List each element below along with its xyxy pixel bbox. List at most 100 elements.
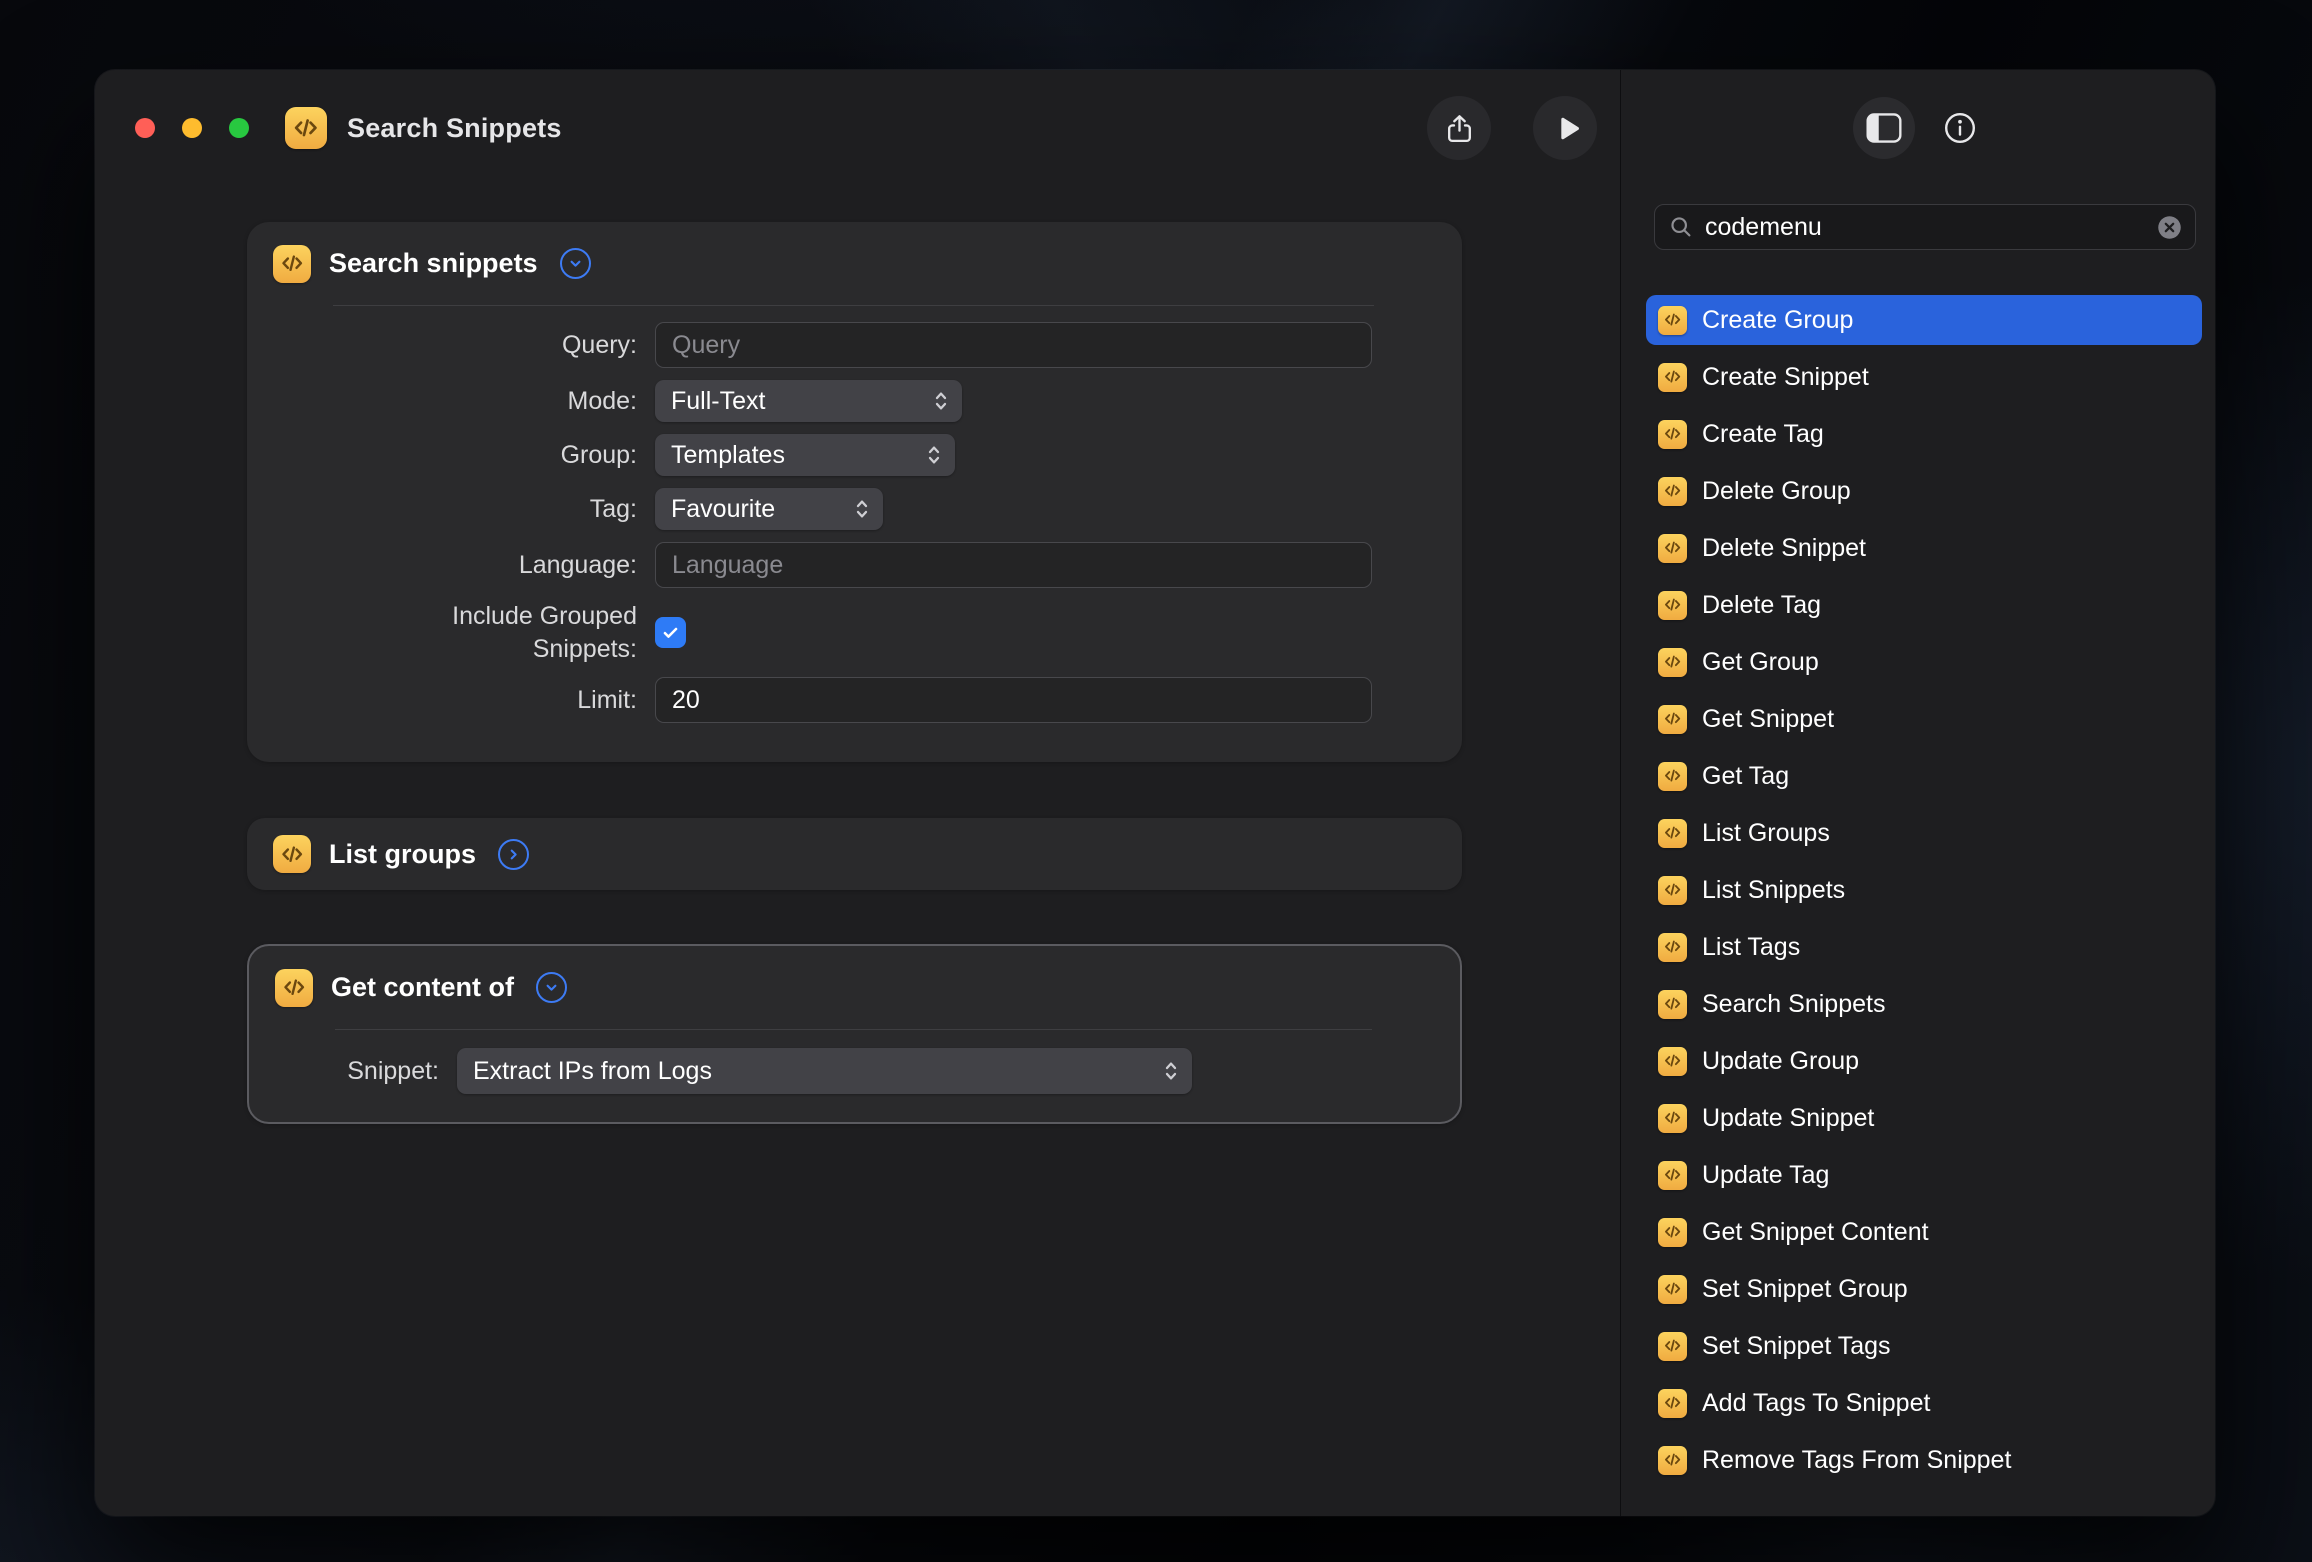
action-item-label: Set Snippet Tags [1702, 1332, 1891, 1361]
snippet-select[interactable]: Extract IPs from Logs [457, 1048, 1192, 1094]
mode-value: Full-Text [671, 387, 765, 416]
shortcuts-window: Search Snippets [95, 70, 2215, 1516]
tag-select[interactable]: Favourite [655, 488, 883, 530]
action-item-label: List Tags [1702, 933, 1800, 962]
traffic-lights [135, 118, 249, 138]
chevron-up-down-icon [933, 388, 949, 414]
action-list-item[interactable]: Get Snippet [1646, 694, 2202, 744]
chevron-up-down-icon [926, 442, 942, 468]
check-icon [661, 623, 680, 642]
action-list-item[interactable]: Get Tag [1646, 751, 2202, 801]
chevron-right-icon[interactable] [498, 839, 529, 870]
action-item-label: Delete Group [1702, 477, 1851, 506]
codemenu-app-icon [285, 107, 327, 149]
action-list-item[interactable]: Create Group [1646, 295, 2202, 345]
run-shortcut-button[interactable] [1533, 96, 1597, 160]
codemenu-icon [1658, 762, 1687, 791]
codemenu-icon [1658, 990, 1687, 1019]
action-list-item[interactable]: Get Group [1646, 637, 2202, 687]
include-grouped-row: Include Grouped Snippets: [247, 600, 1372, 665]
action-list-item[interactable]: Add Tags To Snippet [1646, 1378, 2202, 1428]
action-search-input[interactable] [1705, 213, 2144, 242]
action-library-sidebar: Create Group Create Snippet Create Tag Dele… [1621, 70, 2215, 1516]
action-list-item[interactable]: Get Snippet Content [1646, 1207, 2202, 1257]
chevron-down-icon[interactable] [560, 248, 591, 279]
action-item-label: Remove Tags From Snippet [1702, 1446, 2011, 1475]
action-list: Create Group Create Snippet Create Tag Dele… [1646, 295, 2202, 1492]
action-list-item[interactable]: Search Snippets [1646, 979, 2202, 1029]
action-header: Get content of [249, 946, 1460, 1029]
toolbar-buttons [1427, 96, 1597, 160]
codemenu-icon [1658, 1275, 1687, 1304]
group-select[interactable]: Templates [655, 434, 955, 476]
codemenu-icon [1658, 1389, 1687, 1418]
action-item-label: Create Tag [1702, 420, 1824, 449]
mode-row: Mode: Full-Text [247, 380, 1372, 422]
action-list-item[interactable]: Delete Group [1646, 466, 2202, 516]
action-list-groups[interactable]: List groups [247, 818, 1462, 890]
minimize-button[interactable] [182, 118, 202, 138]
action-parameters: Query: Mode: Full-Text Group: Templat [247, 306, 1462, 723]
codemenu-icon [1658, 534, 1687, 563]
action-list-item[interactable]: Delete Snippet [1646, 523, 2202, 573]
action-item-label: Delete Tag [1702, 591, 1821, 620]
codemenu-icon [1658, 1047, 1687, 1076]
action-item-label: Create Snippet [1702, 363, 1869, 392]
codemenu-icon [273, 245, 311, 283]
action-list-item[interactable]: Update Snippet [1646, 1093, 2202, 1143]
action-list-item[interactable]: List Snippets [1646, 865, 2202, 915]
query-row: Query: [247, 322, 1372, 368]
action-list-item[interactable]: Create Snippet [1646, 352, 2202, 402]
group-row: Group: Templates [247, 434, 1372, 476]
action-header: List groups [247, 818, 1462, 890]
action-list-item[interactable]: List Tags [1646, 922, 2202, 972]
group-value: Templates [671, 441, 785, 470]
action-list-item[interactable]: Set Snippet Group [1646, 1264, 2202, 1314]
chevron-down-icon[interactable] [536, 972, 567, 1003]
action-list-item[interactable]: List Groups [1646, 808, 2202, 858]
language-input[interactable] [655, 542, 1372, 588]
action-item-label: Get Group [1702, 648, 1819, 677]
snippet-value: Extract IPs from Logs [473, 1057, 712, 1086]
action-item-label: Get Snippet Content [1702, 1218, 1929, 1247]
fullscreen-button[interactable] [229, 118, 249, 138]
play-icon [1551, 112, 1584, 145]
action-list-item[interactable]: Update Tag [1646, 1150, 2202, 1200]
action-item-label: Get Tag [1702, 762, 1789, 791]
limit-row: Limit: [247, 677, 1372, 723]
codemenu-icon [1658, 306, 1687, 335]
action-header: Search snippets [247, 222, 1462, 305]
action-list-item[interactable]: Create Tag [1646, 409, 2202, 459]
language-label: Language: [519, 551, 637, 580]
limit-input[interactable] [655, 677, 1372, 723]
clear-search-button[interactable] [2156, 214, 2183, 241]
include-grouped-checkbox[interactable] [655, 617, 686, 648]
action-item-label: Update Tag [1702, 1161, 1829, 1190]
codemenu-icon [275, 969, 313, 1007]
window-title: Search Snippets [347, 113, 562, 144]
mode-select[interactable]: Full-Text [655, 380, 962, 422]
codemenu-icon [1658, 705, 1687, 734]
query-input[interactable] [655, 322, 1372, 368]
group-label: Group: [561, 441, 637, 470]
action-search-field[interactable] [1654, 204, 2196, 250]
language-row: Language: [247, 542, 1372, 588]
action-get-content-of[interactable]: Get content of Snippet: Extract IPs from… [247, 944, 1462, 1124]
action-item-label: Search Snippets [1702, 990, 1885, 1019]
action-list-item[interactable]: Set Snippet Tags [1646, 1321, 2202, 1371]
action-item-label: Set Snippet Group [1702, 1275, 1908, 1304]
action-title: Get content of [331, 972, 514, 1003]
action-search-snippets[interactable]: Search snippets Query: Mode: Full-Text [247, 222, 1462, 762]
close-button[interactable] [135, 118, 155, 138]
codemenu-icon [1658, 1104, 1687, 1133]
share-button[interactable] [1427, 96, 1491, 160]
action-list-item[interactable]: Remove Tags From Snippet [1646, 1435, 2202, 1485]
chevron-up-down-icon [1163, 1058, 1179, 1084]
desktop-wallpaper: Search Snippets [0, 0, 2312, 1562]
mode-label: Mode: [568, 387, 637, 416]
codemenu-icon [1658, 933, 1687, 962]
chevron-up-down-icon [854, 496, 870, 522]
action-list-item[interactable]: Delete Tag [1646, 580, 2202, 630]
search-icon [1669, 215, 1693, 239]
action-list-item[interactable]: Update Group [1646, 1036, 2202, 1086]
